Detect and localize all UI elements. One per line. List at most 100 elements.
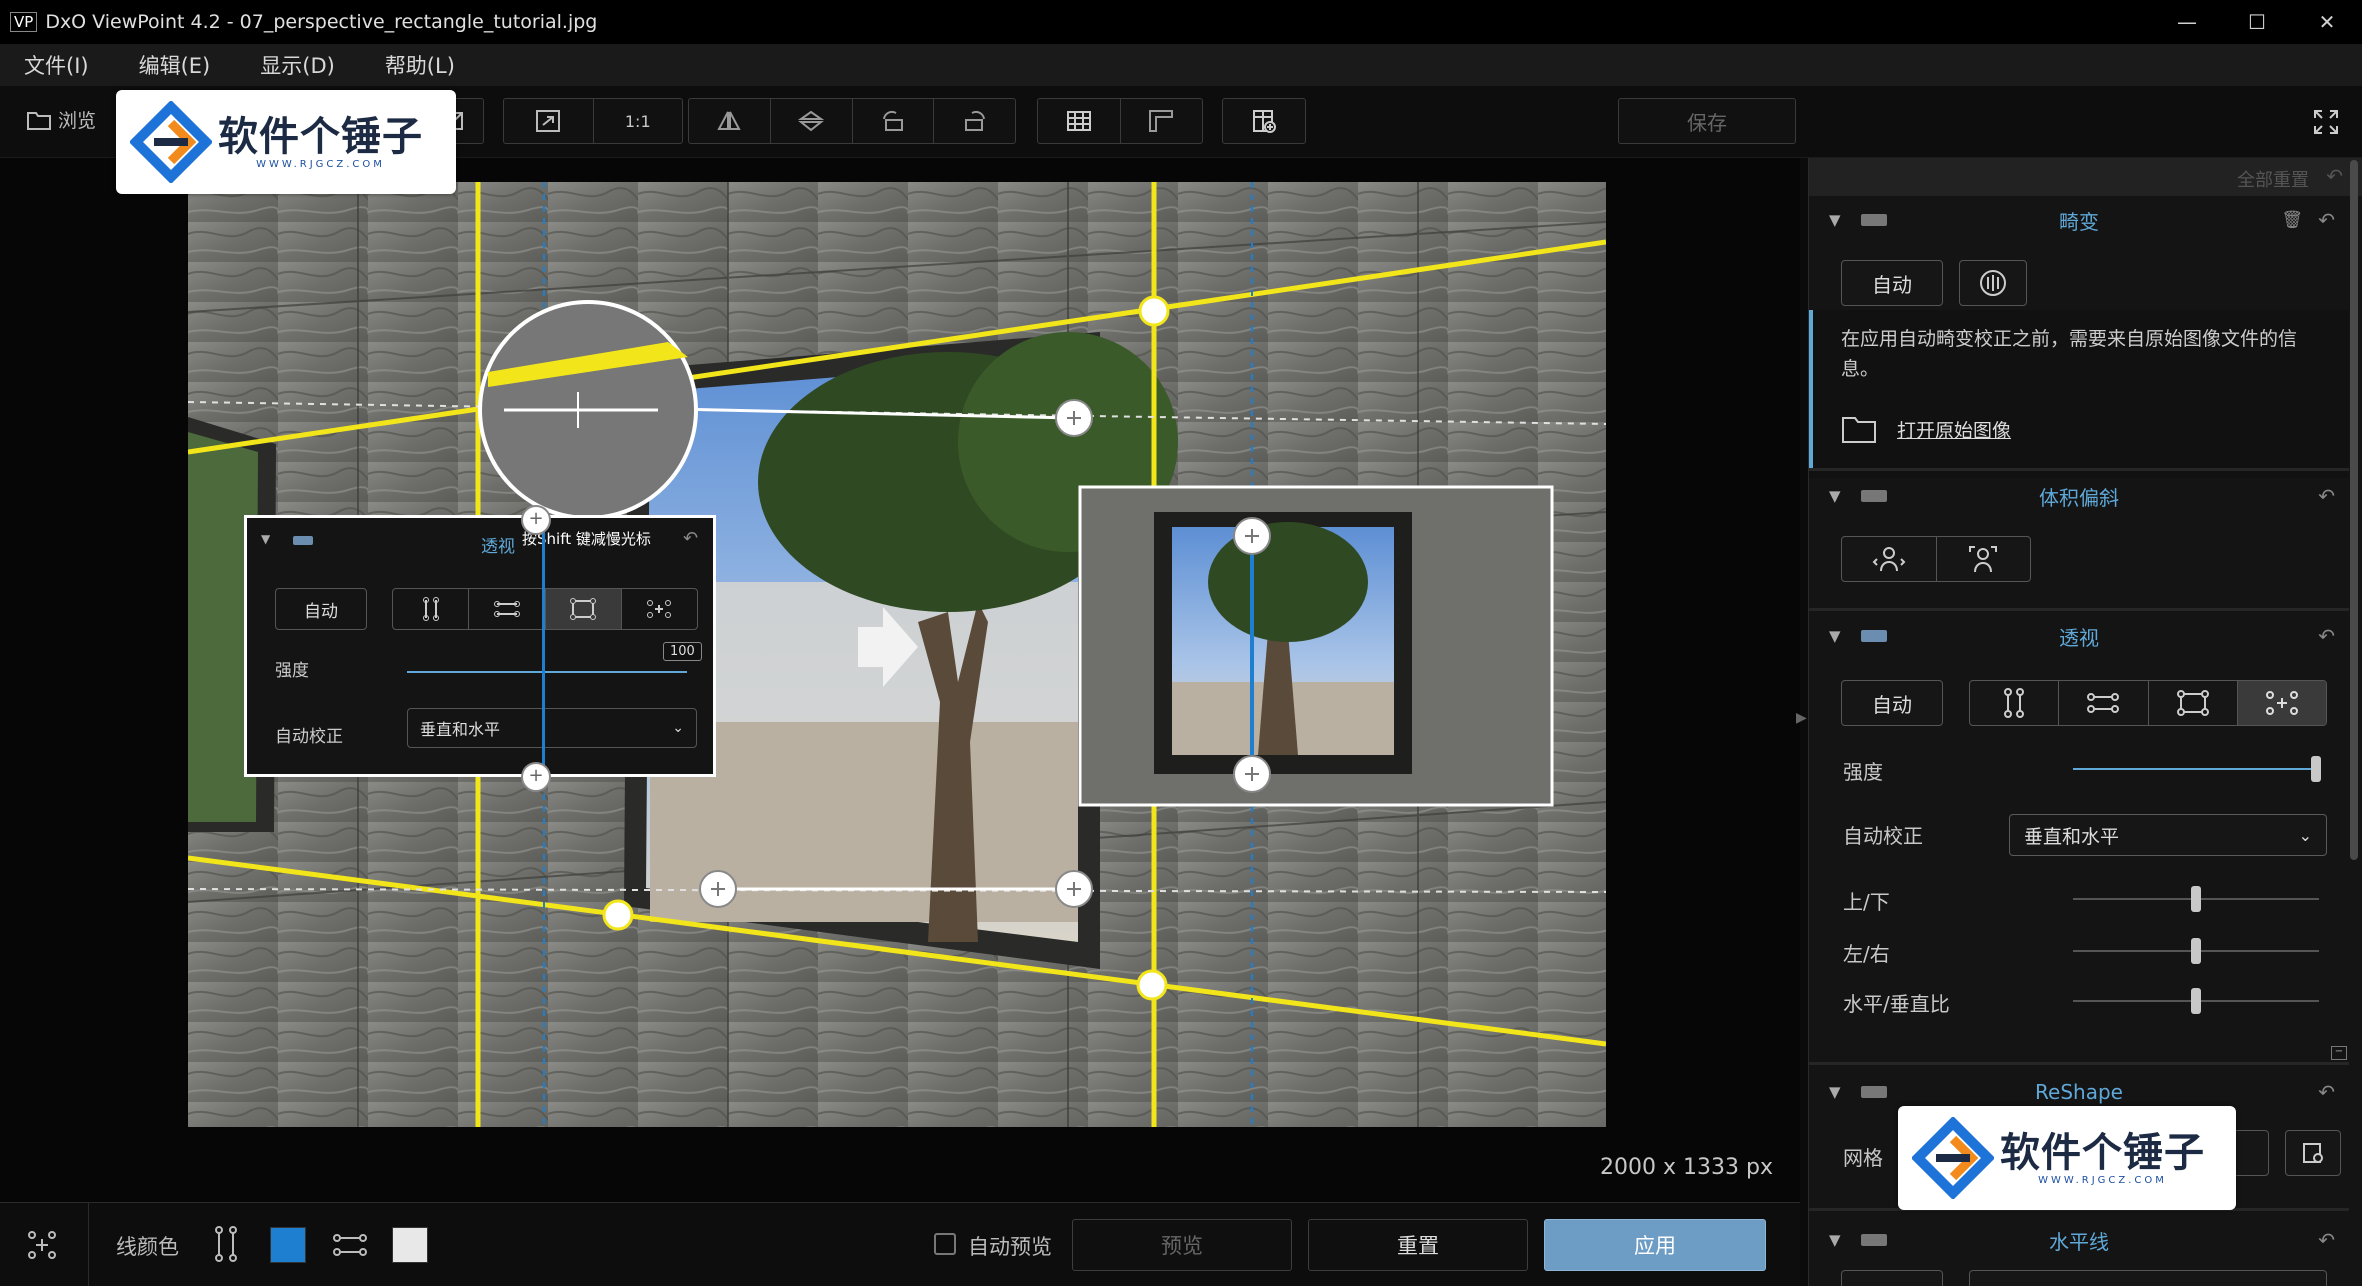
reshape-grid-add-button[interactable] <box>2285 1130 2341 1176</box>
perspective-header[interactable]: ▼ 透视 ↶ <box>1809 614 2349 658</box>
horizon-header[interactable]: ▼ 水平线 ↶ <box>1809 1218 2349 1262</box>
rectangle-icon <box>2176 690 2209 716</box>
overlay-auto-button[interactable]: 自动 <box>275 588 367 630</box>
section-divider <box>1809 468 2349 471</box>
preview-button[interactable]: 预览 <box>1072 1219 1292 1271</box>
ruler-button[interactable] <box>1121 99 1203 143</box>
menu-file[interactable]: 文件(I) <box>18 50 95 80</box>
perspective-vertical-mode[interactable] <box>1970 681 2060 725</box>
right-panel-scrollbar[interactable] <box>2350 160 2358 860</box>
auto-preview-checkbox[interactable] <box>934 1233 956 1255</box>
browse-button[interactable]: 浏览 <box>26 106 96 133</box>
transform-group <box>688 98 1016 144</box>
apply-button[interactable]: 应用 <box>1544 1219 1766 1271</box>
flip-horizontal-button[interactable] <box>689 99 771 143</box>
rotate-right-button[interactable] <box>934 99 1015 143</box>
overlay-auto-correct-select[interactable]: 垂直和水平 ⌄ <box>407 708 697 748</box>
fit-screen-button[interactable] <box>504 99 594 143</box>
reset-all-button[interactable]: 全部重置 <box>2237 166 2309 192</box>
left-right-slider-knob[interactable] <box>2191 938 2201 964</box>
watermark-emblem <box>130 101 212 183</box>
grid-button[interactable] <box>1038 99 1121 143</box>
perspective-undo-icon[interactable]: ↶ <box>2318 624 2335 648</box>
auto-correct-select[interactable]: 垂直和水平 ⌄ <box>2009 814 2327 856</box>
distortion-header[interactable]: ▼ 畸变 🗑 ↶ <box>1809 198 2349 242</box>
vertical-lines-icon <box>422 597 439 621</box>
volume-spherical-button[interactable] <box>1937 537 2031 581</box>
overlay-vertical-mode[interactable] <box>393 589 470 629</box>
trash-icon[interactable]: 🗑 <box>2281 210 2303 230</box>
rotate-left-button[interactable] <box>853 99 935 143</box>
zoom-group: 1:1 <box>503 98 683 144</box>
auto-correct-label: 自动校正 <box>1843 824 1923 848</box>
grid-label: 网格 <box>1843 1146 1883 1170</box>
horizontal-line-color-swatch[interactable] <box>392 1227 428 1263</box>
flip-vertical-button[interactable] <box>771 99 853 143</box>
reshape-undo-icon[interactable]: ↶ <box>2318 1080 2335 1104</box>
overlay-strength-value: 100 <box>663 642 702 661</box>
perspective-mode-group <box>1969 680 2327 726</box>
add-guide-button[interactable] <box>1222 98 1306 144</box>
section-divider <box>1809 1062 2349 1065</box>
maximize-button[interactable]: ☐ <box>2222 0 2292 44</box>
overlay-strength-slider[interactable] <box>407 671 687 673</box>
guides-group <box>1037 98 1203 144</box>
overlay-rectangle-mode[interactable] <box>545 589 622 629</box>
zoom-100-button[interactable]: 1:1 <box>594 99 683 143</box>
fullscreen-button[interactable] <box>2312 108 2340 140</box>
perspective-rectangle-mode[interactable] <box>2149 681 2238 725</box>
folder-icon <box>1842 417 1876 443</box>
left-right-label: 左/右 <box>1843 942 1890 966</box>
overlay-title: 透视 <box>481 537 515 557</box>
fit-screen-icon <box>536 110 561 132</box>
ratio-slider-knob[interactable] <box>2191 988 2201 1014</box>
up-down-slider-knob[interactable] <box>2191 886 2201 912</box>
collapse-icon[interactable]: − <box>2331 1046 2347 1060</box>
volume-cylindrical-button[interactable] <box>1842 537 1937 581</box>
menu-help[interactable]: 帮助(L) <box>379 50 461 80</box>
menu-view[interactable]: 显示(D) <box>254 50 341 80</box>
minimize-button[interactable]: — <box>2152 0 2222 44</box>
save-button[interactable]: 保存 <box>1618 98 1796 144</box>
distortion-info-box: 在应用自动畸变校正之前，需要来自原始图像文件的信息。 打开原始图像 <box>1809 310 2349 478</box>
reset-button[interactable]: 重置 <box>1308 1219 1528 1271</box>
guide-handle-bottom[interactable]: + <box>521 762 551 792</box>
grid-icon <box>1066 111 1091 131</box>
rotate-right-icon <box>964 110 985 131</box>
add-grid-icon <box>2303 1143 2323 1163</box>
horizon-undo-icon[interactable]: ↶ <box>2318 1228 2335 1252</box>
window-title: DxO ViewPoint 4.2 - 07_perspective_recta… <box>45 11 598 33</box>
vertical-line-color-swatch[interactable] <box>270 1227 306 1263</box>
horizon-auto-button[interactable] <box>1841 1270 1943 1286</box>
perspective-points-mode[interactable] <box>2237 681 2326 725</box>
distortion-undo-icon[interactable]: ↶ <box>2318 208 2335 232</box>
panel-collapse-arrow-icon[interactable]: ▶ <box>1796 710 1807 726</box>
distortion-info-text: 在应用自动畸变校正之前，需要来自原始图像文件的信息。 <box>1841 328 2298 380</box>
distortion-fisheye-button[interactable] <box>1959 260 2027 306</box>
guide-handle-top[interactable]: + <box>521 505 551 535</box>
strength-slider[interactable] <box>2073 768 2319 770</box>
ratio-label: 水平/垂直比 <box>1843 992 1950 1016</box>
auto-preview-label: 自动预览 <box>968 1235 1052 1259</box>
distortion-auto-button[interactable]: 自动 <box>1841 260 1943 306</box>
perspective-auto-button[interactable]: 自动 <box>1841 680 1943 726</box>
fullscreen-icon <box>2314 110 2338 134</box>
volume-header[interactable]: ▼ 体积偏斜 ↶ <box>1809 474 2349 518</box>
horizon-mode-group[interactable] <box>1969 1270 2327 1286</box>
overlay-points-mode[interactable] <box>622 589 697 629</box>
four-points-icon <box>28 1231 56 1259</box>
strength-slider-knob[interactable] <box>2311 756 2321 782</box>
photo-canvas[interactable]: ▼ 透视 按Shift 键减慢光标 ↶ 自动 强度 100 自动校正 垂直和水平… <box>188 182 1606 1127</box>
menu-edit[interactable]: 编辑(E) <box>133 50 217 80</box>
rectangle-icon <box>570 598 597 620</box>
volume-undo-icon[interactable]: ↶ <box>2318 484 2335 508</box>
open-original-link[interactable]: 打开原始图像 <box>1897 416 2011 443</box>
overlay-horizontal-mode[interactable] <box>469 589 546 629</box>
rotate-left-icon <box>882 110 903 131</box>
close-button[interactable]: ✕ <box>2292 0 2362 44</box>
auto-correct-value: 垂直和水平 <box>2024 825 2120 848</box>
perspective-title: 透视 <box>2059 625 2099 650</box>
reshape-title: ReShape <box>2035 1080 2123 1104</box>
perspective-horizontal-mode[interactable] <box>2059 681 2149 725</box>
point-tool-button[interactable] <box>24 1227 60 1267</box>
